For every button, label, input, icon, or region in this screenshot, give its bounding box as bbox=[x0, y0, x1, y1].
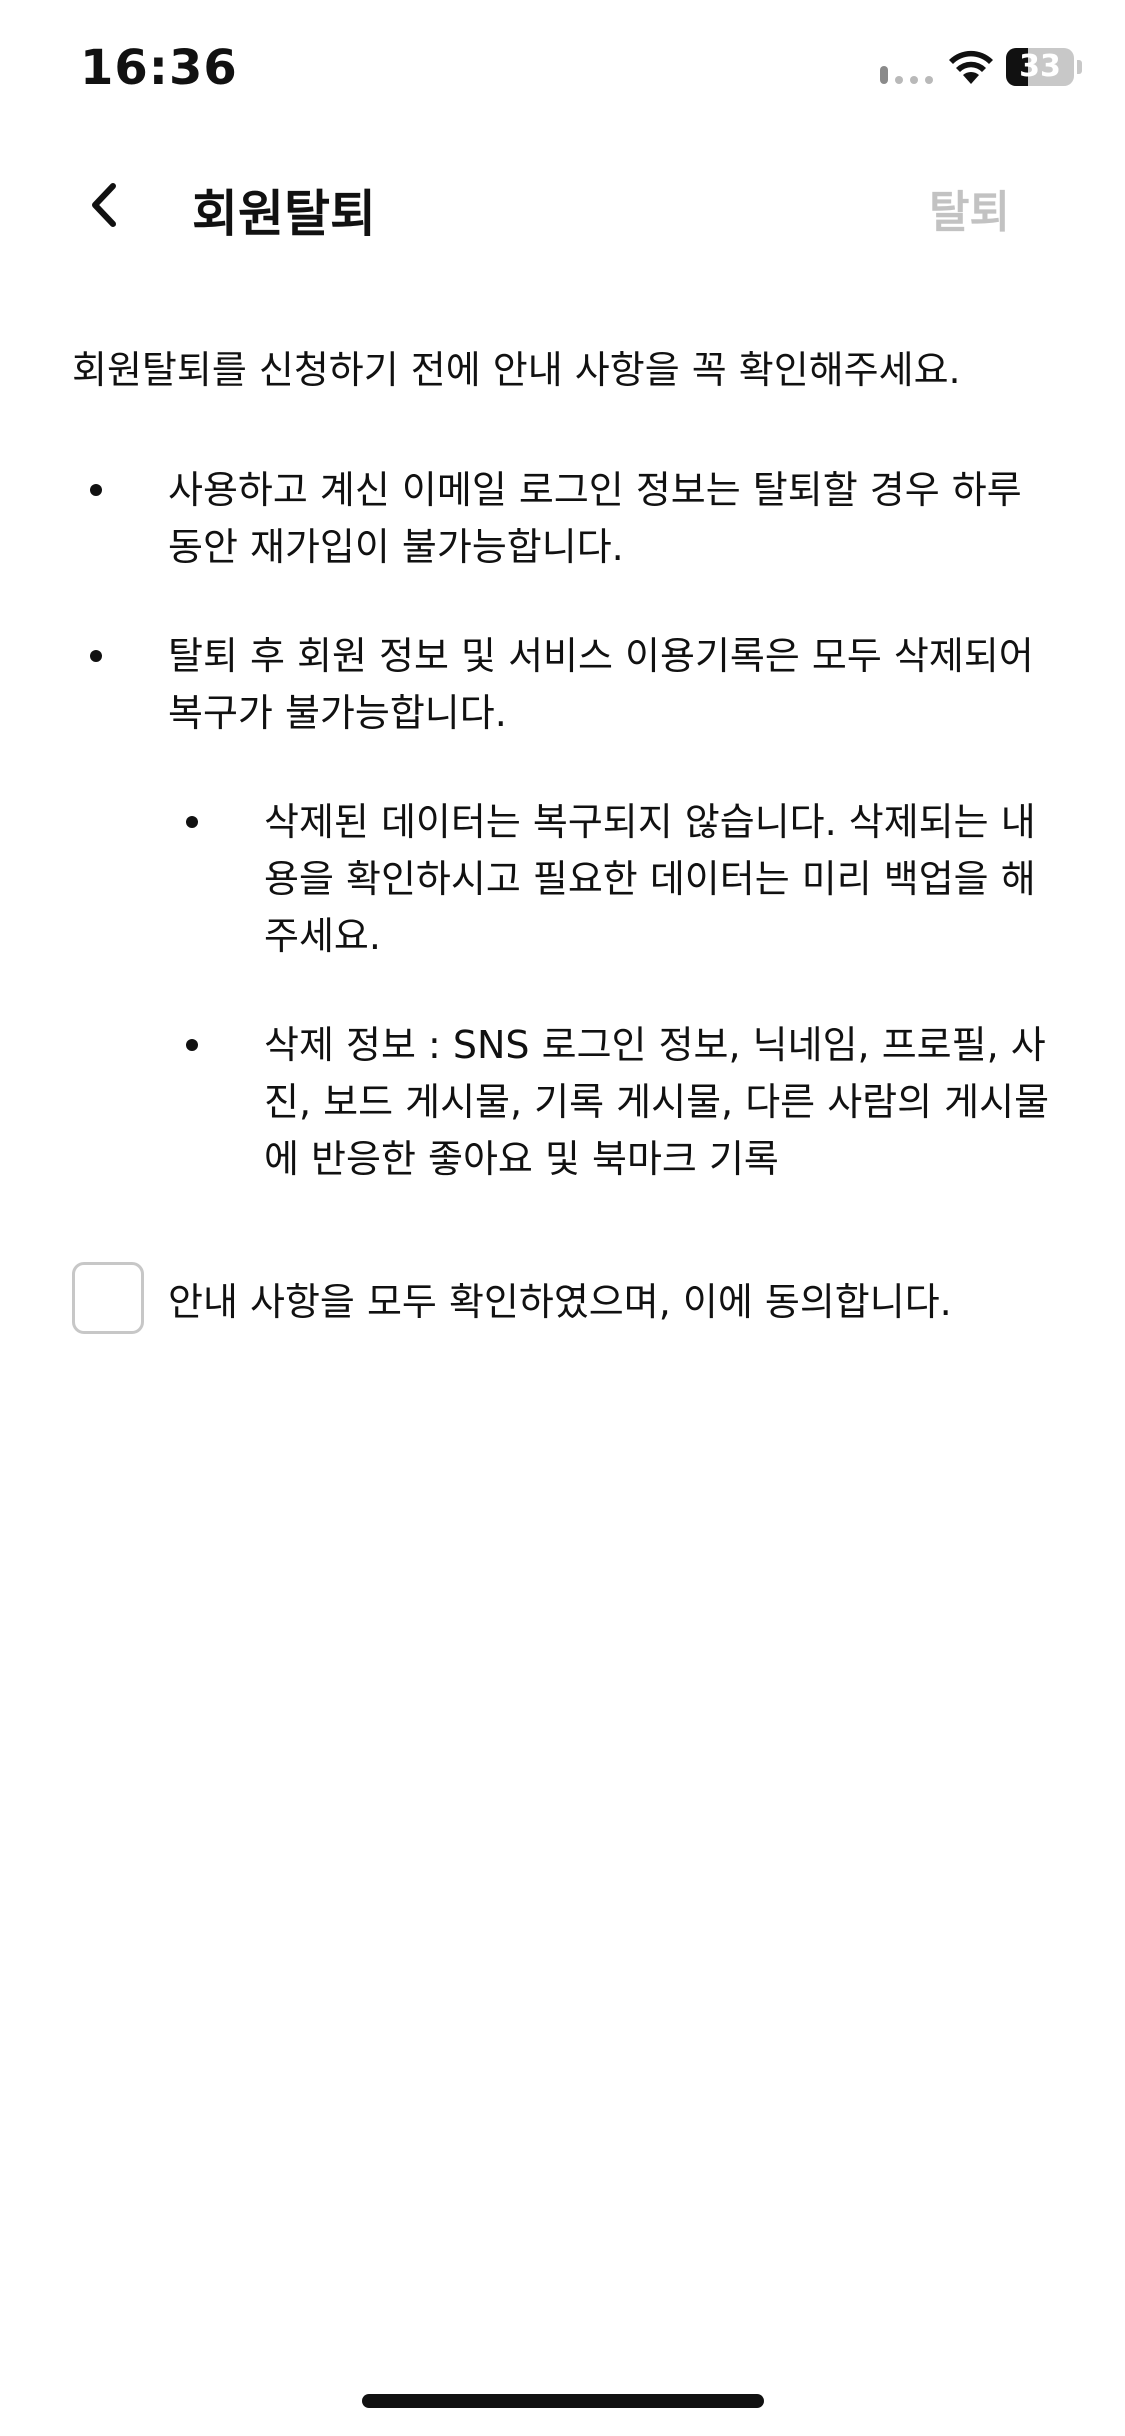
chevron-left-icon bbox=[92, 183, 116, 227]
notice-content: 회원탈퇴를 신청하기 전에 안내 사항을 꼭 확인해주세요. 사용하고 계신 이… bbox=[72, 340, 1062, 1240]
cellular-signal-icon bbox=[880, 66, 933, 84]
sub-notice-item: 삭제된 데이터는 복구되지 않습니다. 삭제되는 내용을 확인하시고 필요한 데… bbox=[168, 794, 1062, 965]
notice-list: 사용하고 계신 이메일 로그인 정보는 탈퇴할 경우 하루 동안 재가입이 불가… bbox=[72, 462, 1062, 1188]
battery-level: 33 bbox=[1019, 49, 1061, 84]
home-indicator bbox=[362, 2394, 764, 2408]
notice-item: 사용하고 계신 이메일 로그인 정보는 탈퇴할 경우 하루 동안 재가입이 불가… bbox=[72, 462, 1062, 576]
sub-notice-list: 삭제된 데이터는 복구되지 않습니다. 삭제되는 내용을 확인하시고 필요한 데… bbox=[168, 794, 1062, 1188]
back-button[interactable] bbox=[70, 170, 140, 240]
page-title: 회원탈퇴 bbox=[192, 185, 376, 243]
navigation-bar: 회원탈퇴 탈퇴 bbox=[0, 150, 1125, 260]
agree-checkbox[interactable] bbox=[72, 1262, 144, 1334]
agree-label: 안내 사항을 모두 확인하였으며, 이에 동의합니다. bbox=[168, 1279, 952, 1324]
battery-icon: 33 bbox=[1006, 48, 1082, 86]
wifi-icon bbox=[949, 50, 993, 84]
status-time: 16:36 bbox=[80, 40, 238, 96]
account-withdrawal-screen: 16:36 33 회원탈퇴 탈퇴 회원탈퇴를 신청하기 전에 안내 사항을 꼭 bbox=[0, 0, 1125, 2436]
status-bar: 16:36 33 bbox=[0, 0, 1125, 140]
agree-row[interactable]: 안내 사항을 모두 확인하였으며, 이에 동의합니다. bbox=[72, 1262, 952, 1334]
intro-text: 회원탈퇴를 신청하기 전에 안내 사항을 꼭 확인해주세요. bbox=[72, 348, 961, 392]
sub-notice-item: 삭제 정보 : SNS 로그인 정보, 닉네임, 프로필, 사진, 보드 게시물… bbox=[168, 1017, 1062, 1188]
withdraw-button[interactable]: 탈퇴 bbox=[929, 176, 1010, 240]
notice-item-with-subitems: 탈퇴 후 회원 정보 및 서비스 이용기록은 모두 삭제되어 복구가 불가능합니… bbox=[72, 628, 1062, 1188]
notice-item-text: 탈퇴 후 회원 정보 및 서비스 이용기록은 모두 삭제되어 복구가 불가능합니… bbox=[168, 634, 1034, 735]
